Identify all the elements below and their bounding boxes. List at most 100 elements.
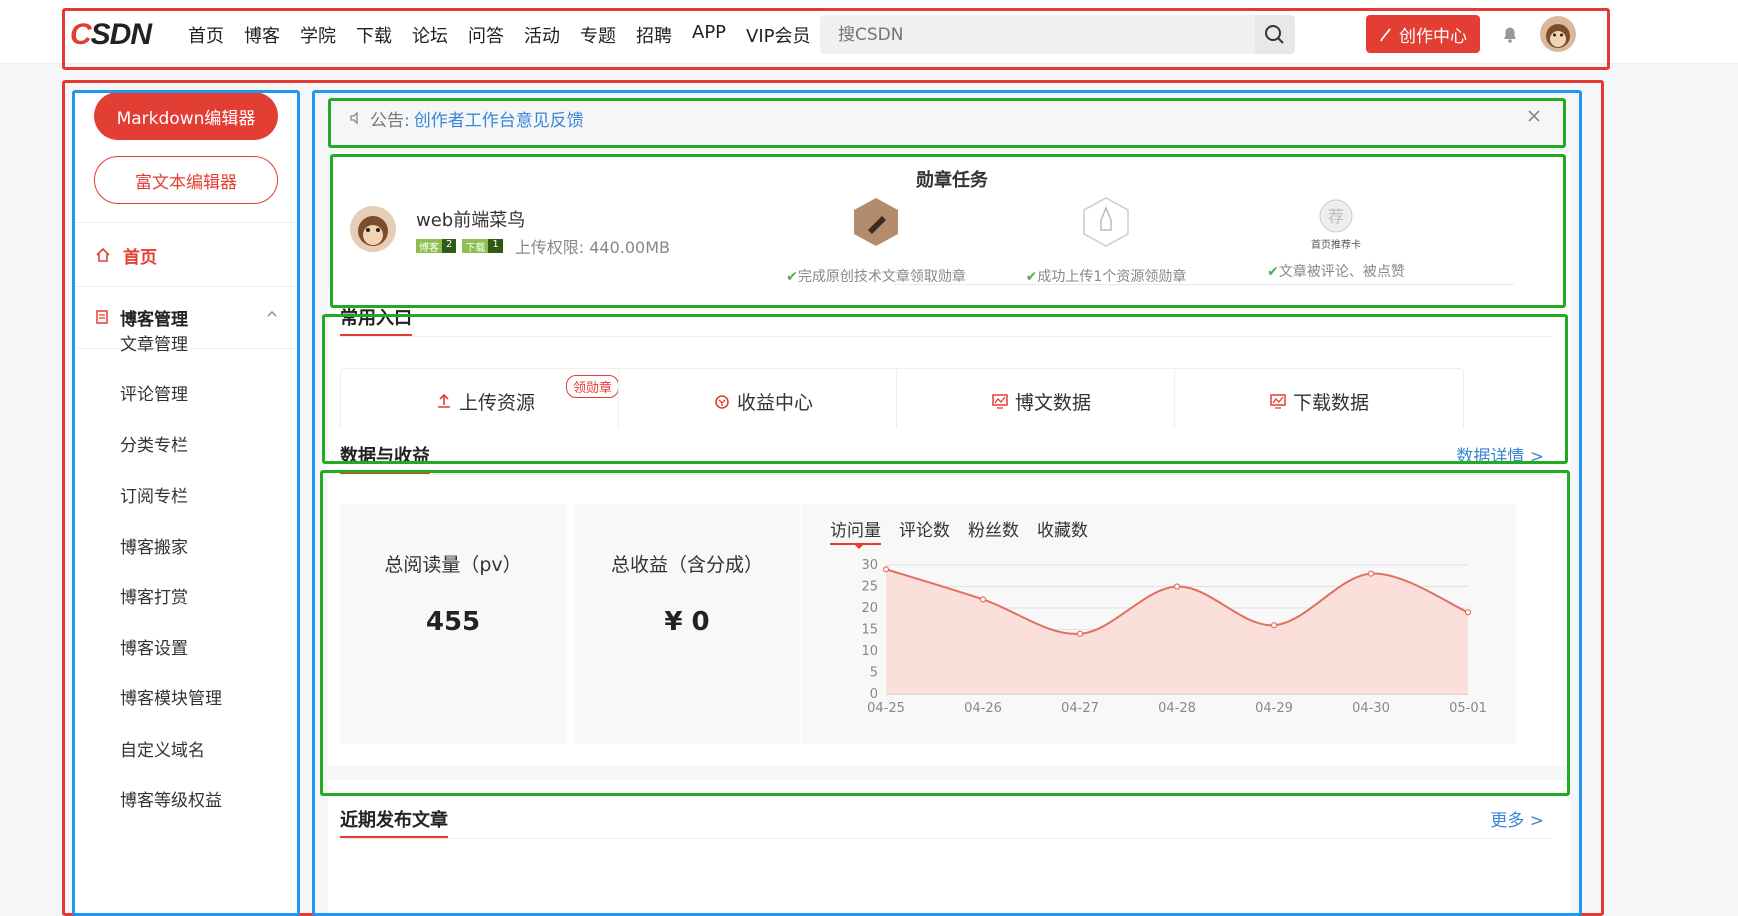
top-navbar: CSDN 首页 博客 学院 下载 论坛 问答 活动 专题 招聘 APP VIP会…	[0, 0, 1738, 64]
medal-tag: 领勋章	[565, 375, 619, 398]
sidebar-subitem[interactable]: 分类专栏	[120, 431, 188, 456]
y-tick-label: 25	[861, 580, 878, 595]
check-icon: ✔	[1025, 269, 1038, 285]
csdn-logo[interactable]: CSDN	[70, 18, 152, 52]
y-tick-label: 20	[861, 601, 878, 616]
x-tick-label: 05-01	[1449, 701, 1487, 716]
visits-area-chart: 0 5 10 15 20 25 30 04-25 04-26 04-27 04-28 04-29 04-…	[861, 558, 1487, 716]
entry-upload[interactable]: 上传资源 领勋章	[340, 368, 630, 434]
data-income-section: 数据与收益 数据详情 > 总阅读量（pv） 455 总收益（含分成） ¥ 0 访…	[328, 428, 1570, 766]
sidebar-subitem[interactable]: 博客搬家	[120, 533, 188, 558]
x-tick-label: 04-27	[1061, 701, 1099, 716]
sidebar-subitem[interactable]: 评论管理	[120, 380, 188, 405]
stats-chart-panel: 访问量 评论数 粉丝数 收藏数 0 5 10 15 20 25 30 04-25 04-26 04…	[802, 504, 1516, 744]
nav-events[interactable]: 活动	[524, 22, 560, 48]
sidebar-subitem[interactable]: 博客设置	[120, 634, 188, 659]
richtext-editor-button[interactable]: 富文本编辑器	[94, 156, 278, 204]
user-avatar[interactable]	[350, 206, 396, 252]
data-point	[1173, 583, 1181, 590]
nav-topics[interactable]: 专题	[580, 22, 616, 48]
x-tick-label: 04-29	[1255, 701, 1293, 716]
section-title: 近期发布文章	[340, 810, 448, 831]
total-pv-label: 总阅读量（pv）	[384, 554, 522, 576]
entry-download-data[interactable]: 下载数据	[1174, 368, 1464, 434]
nav-vip[interactable]: VIP会员	[746, 22, 810, 48]
total-income-label: 总收益（含分成）	[610, 554, 763, 576]
medal-item-recommend[interactable]: 荐 首页推荐卡 ✔文章被评论、被点赞	[1226, 196, 1446, 281]
upload-icon	[437, 393, 450, 408]
search-icon	[1265, 25, 1284, 44]
main-nav: 首页 博客 学院 下载 论坛 问答 活动 专题 招聘 APP VIP会员	[188, 22, 831, 48]
check-icon: ✔	[786, 269, 798, 285]
common-entries-section: 常用入口 上传资源 领勋章 收益中心 博文数据 下载数据	[328, 288, 1570, 440]
medal-item-upload[interactable]: ✔成功上传1个资源领勋章	[996, 196, 1216, 286]
entry-blog-data[interactable]: 博文数据	[896, 368, 1186, 434]
create-center-button[interactable]: 创作中心	[1366, 15, 1480, 53]
y-tick-label: 10	[861, 644, 878, 659]
recent-more-link[interactable]: 更多 >	[1490, 806, 1544, 831]
data-point	[1464, 609, 1472, 616]
section-title: 常用入口	[340, 308, 412, 329]
recommend-card-icon: 荐	[1319, 199, 1353, 233]
sidebar-item-home[interactable]: 首页	[72, 226, 300, 284]
data-point	[1270, 622, 1278, 629]
entry-income[interactable]: 收益中心	[618, 368, 908, 434]
x-tick-label: 04-28	[1158, 701, 1196, 716]
recommend-card-label: 首页推荐卡	[1311, 240, 1361, 251]
sidebar-subitem[interactable]: 博客模块管理	[120, 684, 222, 709]
divider	[72, 222, 300, 223]
nav-blog[interactable]: 博客	[244, 22, 280, 48]
download-level-badge: 下载 1	[462, 239, 503, 254]
nav-academy[interactable]: 学院	[300, 22, 336, 48]
y-tick-label: 5	[870, 666, 878, 681]
sidebar-subitem[interactable]: 文章管理	[120, 330, 188, 355]
medal-task-card: 勋章任务 web前端菜鸟 博客 2 下载 1 上传权限: 440.00MB ✔完成原…	[334, 152, 1570, 294]
divider	[340, 474, 1552, 475]
sidebar-subitem[interactable]: 订阅专栏	[120, 482, 188, 507]
monkey-avatar-icon	[358, 216, 388, 246]
bell-icon[interactable]	[1500, 24, 1520, 44]
data-point	[882, 566, 890, 573]
total-income-value: ¥ 0	[664, 607, 710, 637]
total-pv-card: 总阅读量（pv） 455	[340, 504, 566, 744]
user-avatar[interactable]	[1540, 16, 1576, 52]
data-point	[979, 596, 987, 603]
chevron-up-icon[interactable]	[266, 308, 278, 320]
user-name[interactable]: web前端菜鸟	[416, 206, 525, 232]
y-tick-label: 30	[861, 558, 878, 573]
close-icon[interactable]	[1526, 108, 1542, 124]
sidebar-subitem[interactable]: 自定义域名	[120, 736, 205, 761]
income-icon	[715, 395, 729, 409]
data-detail-link[interactable]: 数据详情 >	[1456, 442, 1544, 467]
chart-icon	[1270, 394, 1286, 409]
announcement-bar: 公告: 创作者工作台意见反馈	[334, 98, 1570, 138]
blog-level-badge: 博客 2	[416, 239, 457, 254]
nav-app[interactable]: APP	[692, 22, 726, 48]
sidebar-item-label: 博客管理	[120, 309, 188, 330]
data-point	[1367, 570, 1375, 577]
nav-qa[interactable]: 问答	[468, 22, 504, 48]
nav-forum[interactable]: 论坛	[412, 22, 448, 48]
sidebar-subitem[interactable]: 博客等级权益	[120, 786, 222, 811]
search-button[interactable]	[1255, 15, 1295, 54]
create-center-label: 创作中心	[1399, 26, 1467, 47]
search-input[interactable]	[820, 15, 1240, 54]
markdown-editor-button[interactable]: Markdown编辑器	[94, 92, 278, 140]
x-tick-label: 04-26	[964, 701, 1002, 716]
divider	[340, 336, 1552, 337]
home-icon	[96, 247, 110, 262]
pen-icon	[1380, 28, 1391, 42]
announcement-link[interactable]: 创作者工作台意见反馈	[414, 106, 584, 131]
x-tick-label: 04-25	[867, 701, 905, 716]
nav-jobs[interactable]: 招聘	[636, 22, 672, 48]
main-content: 公告: 创作者工作台意见反馈 勋章任务 web前端菜鸟 博客 2 下载 1 上传权限…	[318, 90, 1572, 916]
document-icon	[96, 310, 108, 324]
medal-item-original[interactable]: ✔完成原创技术文章领取勋章	[766, 196, 986, 286]
upload-quota: 上传权限: 440.00MB	[514, 238, 670, 257]
sidebar-subitem[interactable]: 博客打赏	[120, 583, 188, 608]
medal-title: 勋章任务	[916, 170, 988, 191]
data-point	[1076, 630, 1084, 637]
nav-download[interactable]: 下载	[356, 22, 392, 48]
rocket-medal-icon	[1083, 197, 1129, 247]
nav-home[interactable]: 首页	[188, 22, 224, 48]
